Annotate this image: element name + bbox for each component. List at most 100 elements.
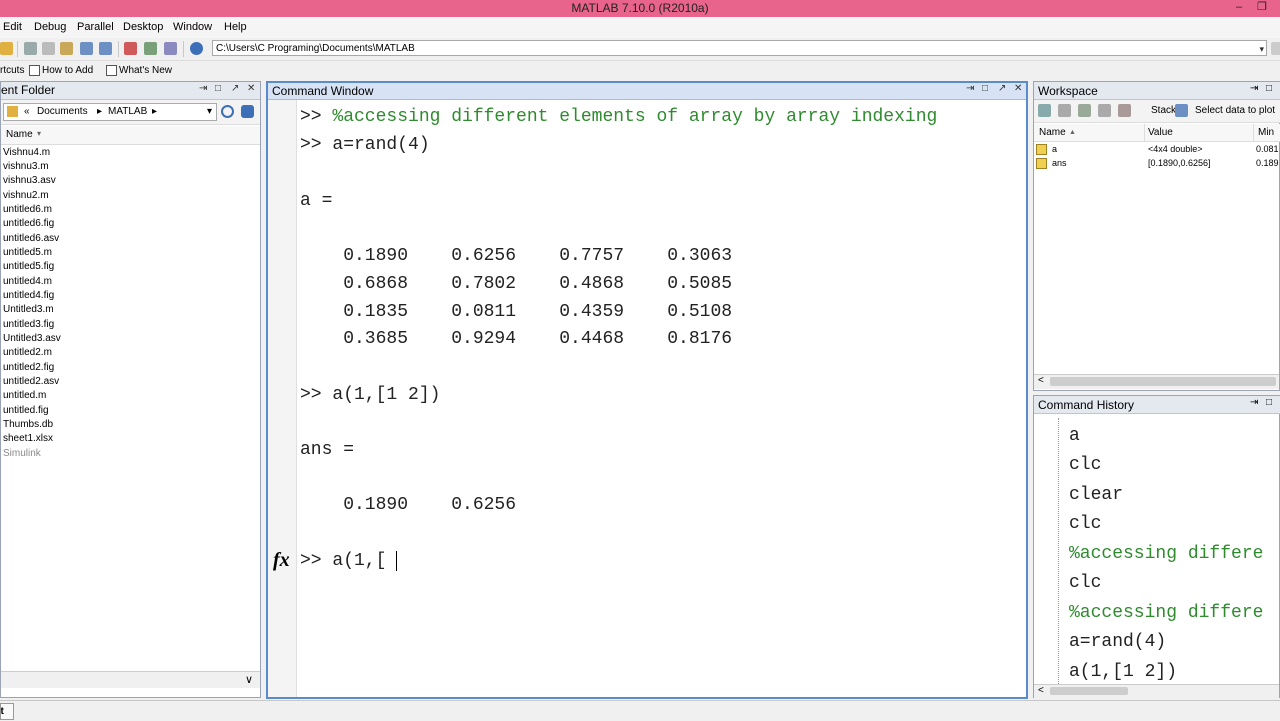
crumb-matlab[interactable]: MATLAB [108,104,147,120]
horizontal-scrollbar[interactable]: < [1034,374,1279,389]
gear-icon[interactable] [241,105,254,118]
history-item[interactable]: a=rand(4) [1069,632,1166,652]
chevron-down-icon[interactable]: ▾ [207,104,212,120]
folder-column-header[interactable]: Name ▾ [1,126,260,145]
plot-icon[interactable] [1175,104,1188,117]
undo-icon[interactable] [80,42,93,55]
browse-folder-icon[interactable] [1271,42,1280,55]
paste-icon[interactable] [60,42,73,55]
command-input-line[interactable]: >> a(1,[ [300,551,386,571]
folder-address-box[interactable]: « Documents ▸ MATLAB ▸ ▾ [3,103,217,121]
history-item[interactable]: a [1069,426,1080,446]
undock-icon[interactable]: ⇥ [199,83,207,94]
help-icon[interactable] [190,42,203,55]
maximize-icon[interactable]: □ [1266,83,1272,94]
current-folder-path[interactable]: C:\Users\C Programing\Documents\MATLAB ▾ [212,40,1267,56]
command-line: >> a=rand(4) [300,135,430,155]
list-item[interactable]: untitled4.fig [3,290,54,302]
cut-icon[interactable] [24,42,37,55]
chevron-down-icon[interactable]: ∨ [245,673,253,686]
list-item[interactable]: untitled5.fig [3,261,54,273]
list-item[interactable]: vishnu2.m [3,190,49,202]
list-item[interactable]: untitled2.fig [3,362,54,374]
guide-icon[interactable] [144,42,157,55]
new-variable-icon[interactable] [1038,104,1051,117]
column-min[interactable]: Min [1258,127,1274,138]
scroll-left-icon[interactable]: < [1038,375,1044,386]
column-name[interactable]: Name [6,129,33,140]
open-variable-icon[interactable] [1058,104,1071,117]
horizontal-scrollbar[interactable]: < [1034,684,1279,698]
details-bar[interactable]: ∨ [1,671,260,688]
redo-icon[interactable] [99,42,112,55]
list-item[interactable]: untitled2.asv [3,376,59,388]
menu-edit[interactable]: Edit [3,21,22,33]
list-item[interactable]: Untitled3.asv [3,333,61,345]
close-icon[interactable]: ✕ [247,83,255,94]
menu-debug[interactable]: Debug [34,21,66,33]
pin-icon[interactable]: ↗ [231,83,239,94]
menu-parallel[interactable]: Parallel [77,21,114,33]
menu-window[interactable]: Window [173,21,212,33]
list-item[interactable]: untitled5.m [3,247,52,259]
list-item[interactable]: vishnu3.m [3,161,49,173]
list-item[interactable]: untitled6.m [3,204,52,216]
list-item[interactable]: untitled6.fig [3,218,54,230]
delete-icon[interactable] [1118,104,1131,117]
table-row[interactable]: a <4x4 double> 0.081 [1034,143,1280,157]
save-icon[interactable] [1098,104,1111,117]
menu-help[interactable]: Help [224,21,247,33]
list-item[interactable]: Untitled3.m [3,304,54,316]
list-item[interactable]: untitled3.fig [3,319,54,331]
copy-icon[interactable] [42,42,55,55]
matrix-icon [1036,144,1047,155]
list-item[interactable]: untitled4.m [3,276,52,288]
scrollbar-thumb[interactable] [1050,377,1276,386]
pin-icon[interactable]: ↗ [998,83,1006,94]
history-item[interactable]: clc [1069,514,1101,534]
maximize-icon[interactable]: □ [215,83,221,94]
list-item[interactable]: untitled.m [3,390,46,402]
list-item[interactable]: untitled6.asv [3,233,59,245]
select-data-to-plot[interactable]: Select data to plot [1195,105,1275,116]
profiler-icon[interactable] [164,42,177,55]
history-item[interactable]: %accessing differe [1069,603,1263,623]
list-item[interactable]: sheet1.xlsx [3,433,53,445]
list-item[interactable]: vishnu3.asv [3,175,56,187]
table-row[interactable]: ans [0.1890,0.6256] 0.189 [1034,157,1280,171]
chevron-down-icon[interactable]: ▾ [1259,41,1264,57]
command-window[interactable]: Command Window ⇥ □ ↗ ✕ fx >> %accessing … [266,81,1028,699]
history-item[interactable]: clc [1069,455,1101,475]
scrollbar-thumb[interactable] [1050,687,1128,695]
list-item[interactable]: untitled2.m [3,347,52,359]
search-icon[interactable] [221,105,234,118]
list-item-simulink[interactable]: Simulink [3,448,41,460]
history-item[interactable]: clear [1069,485,1123,505]
open-folder-icon[interactable] [0,42,13,55]
import-data-icon[interactable] [1078,104,1091,117]
start-button[interactable]: art [0,703,14,720]
menu-desktop[interactable]: Desktop [123,21,163,33]
simulink-icon[interactable] [124,42,137,55]
undock-icon[interactable]: ⇥ [1250,83,1258,94]
minimize-button[interactable]: – [1236,0,1242,14]
function-browser-icon[interactable]: fx [273,549,290,572]
close-icon[interactable]: ✕ [1014,83,1022,94]
history-item[interactable]: a(1,[1 2]) [1069,662,1177,682]
list-item[interactable]: untitled.fig [3,405,49,417]
history-item[interactable]: %accessing differe [1069,544,1263,564]
whats-new-link[interactable]: What's New [119,65,172,76]
column-name[interactable]: Name [1039,127,1066,138]
how-to-add-link[interactable]: How to Add [42,65,93,76]
maximize-icon[interactable]: □ [982,83,988,94]
list-item[interactable]: Thumbs.db [3,419,53,431]
undock-icon[interactable]: ⇥ [1250,397,1258,408]
undock-icon[interactable]: ⇥ [966,83,974,94]
history-item[interactable]: clc [1069,573,1101,593]
column-value[interactable]: Value [1148,127,1173,138]
scroll-left-icon[interactable]: < [1038,685,1044,696]
crumb-documents[interactable]: Documents [37,104,88,120]
restore-button[interactable]: ❐ [1257,0,1267,14]
list-item[interactable]: Vishnu4.m [3,147,50,159]
maximize-icon[interactable]: □ [1266,397,1272,408]
